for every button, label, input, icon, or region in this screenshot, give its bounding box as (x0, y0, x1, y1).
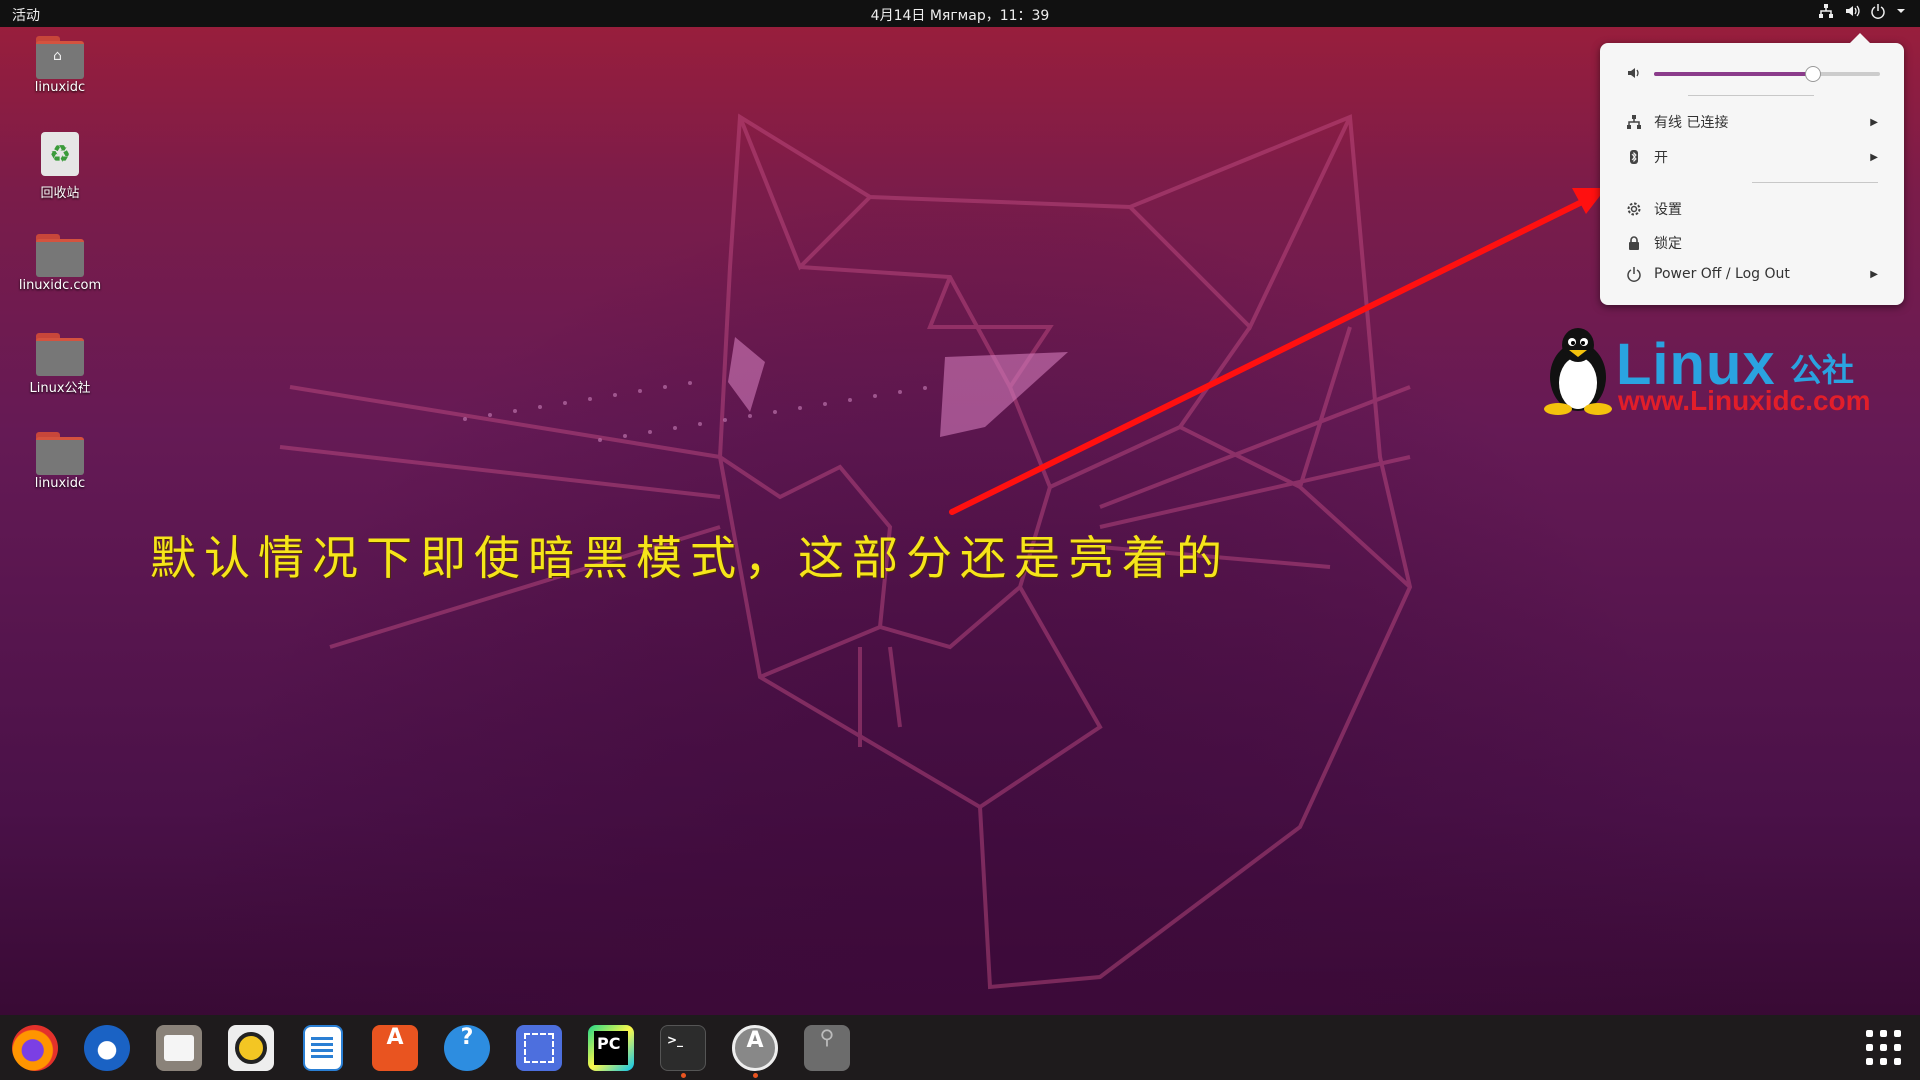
desktop-icon-label: linuxidc (34, 80, 86, 95)
bluetooth-icon (1626, 149, 1642, 165)
folder-icon (36, 234, 84, 277)
settings-item[interactable]: 设置 (1600, 196, 1904, 222)
desktop-icon-home[interactable]: ⌂ linuxidc (18, 36, 102, 95)
files-icon[interactable] (156, 1025, 202, 1071)
writer-icon[interactable] (303, 1025, 343, 1071)
usb-icon[interactable]: ⚲ (804, 1025, 850, 1071)
bluetooth-item[interactable]: 开 ▶ (1600, 144, 1904, 170)
system-menu: 有线 已连接 ▶ 开 ▶ 设置 锁定 Power Off / Log Out ▶ (1600, 33, 1904, 305)
separator (1688, 95, 1814, 96)
lock-item[interactable]: 锁定 (1600, 230, 1904, 256)
bluetooth-label: 开 (1654, 150, 1668, 166)
settings-label: 设置 (1654, 202, 1682, 218)
rhythmbox-icon[interactable] (228, 1025, 274, 1071)
power-label: Power Off / Log Out (1654, 266, 1790, 282)
running-indicator (681, 1073, 686, 1078)
power-item[interactable]: Power Off / Log Out ▶ (1600, 261, 1904, 287)
network-icon (1626, 114, 1642, 130)
volume-slider-fill (1654, 72, 1813, 76)
firefox-icon[interactable] (12, 1025, 58, 1071)
running-indicator (753, 1073, 758, 1078)
terminal-icon[interactable]: >_ (660, 1025, 706, 1071)
thunderbird-icon[interactable] (84, 1025, 130, 1071)
volume-icon (1626, 65, 1642, 81)
desktop-icon-folder[interactable]: Linux公社 (18, 333, 102, 396)
lock-label: 锁定 (1654, 236, 1682, 252)
desktop-icon-label: 回收站 (40, 186, 80, 201)
lock-icon (1626, 235, 1642, 251)
dock: A ? PC >_ A ⚲ (0, 1015, 1920, 1080)
pycharm-icon[interactable]: PC (588, 1025, 634, 1071)
power-icon (1626, 266, 1642, 282)
desktop-icon-folder[interactable]: linuxidc.com (18, 234, 102, 293)
pycharm-label: PC (594, 1031, 628, 1065)
tux-penguin-icon (1544, 328, 1612, 415)
updater-icon[interactable]: A (732, 1025, 778, 1071)
help-icon[interactable]: ? (444, 1025, 490, 1071)
desktop-icon-label: linuxidc (34, 476, 86, 491)
screenshot-icon[interactable] (516, 1025, 562, 1071)
desktop-icon-label: linuxidc.com (18, 278, 102, 293)
submenu-arrow-icon: ▶ (1870, 151, 1878, 163)
show-applications-button[interactable] (1866, 1030, 1902, 1066)
folder-icon (36, 432, 84, 475)
folder-icon (36, 333, 84, 376)
separator (1752, 182, 1878, 183)
volume-slider[interactable] (1654, 66, 1880, 82)
linuxidc-watermark: Linux 公社 www.Linuxidc.com (1538, 325, 1898, 416)
wired-network-label: 有线 已连接 (1654, 115, 1729, 131)
watermark-url: www.Linuxidc.com (1618, 385, 1871, 416)
submenu-arrow-icon: ▶ (1870, 116, 1878, 128)
trash-icon: ♻ (36, 132, 84, 178)
desktop-icon-folder[interactable]: linuxidc (18, 432, 102, 491)
home-folder-icon: ⌂ (36, 36, 84, 79)
software-icon[interactable]: A (372, 1025, 418, 1071)
wired-network-item[interactable]: 有线 已连接 ▶ (1600, 109, 1904, 135)
desktop-icon-label: Linux公社 (29, 381, 91, 396)
annotation-caption: 默认情况下即使暗黑模式，这部分还是亮着的 (150, 531, 1230, 585)
gear-icon (1626, 201, 1642, 217)
desktop-icon-trash[interactable]: ♻ 回收站 (18, 132, 102, 201)
submenu-arrow-icon: ▶ (1870, 268, 1878, 280)
